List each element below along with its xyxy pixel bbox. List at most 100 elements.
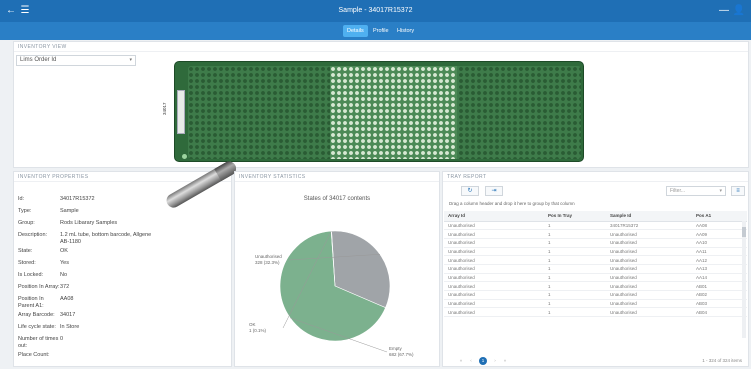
tab-history[interactable]: History <box>393 25 418 37</box>
table-cell: Unauthorised <box>444 281 544 291</box>
tray-visual[interactable]: 34017 <box>162 61 584 162</box>
property-key: Description: <box>18 232 48 238</box>
table-row[interactable]: Unauthorised 1 34017R15372 AA08 <box>444 221 747 231</box>
table-cell: Unauthorised <box>606 247 692 257</box>
page-number-current[interactable]: 1 <box>479 357 487 365</box>
table-row[interactable]: Unauthorised 1 Unauthorised AA14 <box>444 273 747 283</box>
states-pie-chart: Unauthorised328 (32.3%) Empty682 (67.7%) O… <box>249 230 414 357</box>
inventory-properties-panel: INVENTORY PROPERTIES Id: 34017R15372 Type:… <box>13 159 239 367</box>
property-row: Number of times out: 0 <box>18 336 158 350</box>
table-cell: 1 <box>544 238 606 248</box>
table-cell: Unauthorised <box>444 255 544 265</box>
table-cell: AB03 <box>692 299 747 309</box>
table-cell: 1 <box>544 290 606 300</box>
back-arrow-icon[interactable]: ← <box>4 4 18 18</box>
property-value: Sample <box>60 208 79 214</box>
table-row[interactable]: Unauthorised 1 Unauthorised AB03 <box>444 299 747 309</box>
table-scrollbar[interactable] <box>742 221 746 338</box>
table-cell: Unauthorised <box>444 247 544 257</box>
table-cell: AB01 <box>692 281 747 291</box>
minimize-icon[interactable]: — <box>717 4 731 18</box>
property-value: Rods Libarary Samples <box>60 220 118 226</box>
menu-icon[interactable]: ☰ <box>18 4 32 18</box>
pager-summary: 1 - 324 of 324 items <box>702 358 742 363</box>
property-row: Description: 1.2 mL tube, bottom barcode,… <box>18 232 158 246</box>
property-key: Array Barcode: <box>18 312 55 318</box>
table-cell: Unauthorised <box>606 255 692 265</box>
lims-order-select[interactable]: Lims Order Id ▾ <box>16 55 136 66</box>
table-row[interactable]: Unauthorised 1 Unauthorised AA10 <box>444 238 747 248</box>
table-pager: « ‹ 1 › » 1 - 324 of 324 items <box>443 356 748 366</box>
refresh-icon[interactable]: ↻ <box>461 186 479 196</box>
table-cell: AA08 <box>692 221 747 231</box>
table-row[interactable]: Unauthorised 1 Unauthorised AA11 <box>444 247 747 257</box>
table-row[interactable]: Unauthorised 1 Unauthorised AB02 <box>444 290 747 300</box>
top-bar: Sample - 34017R15372 ← ☰ — 👤 <box>0 0 751 22</box>
property-value: In Store <box>60 324 80 330</box>
property-row: Is Locked: No <box>18 272 158 282</box>
inventory-statistics-header: INVENTORY STATISTICS <box>235 172 439 182</box>
property-value: 34017 <box>60 312 76 318</box>
pie-data-label: 682 (67.7%) <box>389 352 414 357</box>
prev-page-icon[interactable]: ‹ <box>467 357 475 365</box>
tray-barcode-text: 34017 <box>162 102 167 115</box>
first-page-icon[interactable]: « <box>457 357 465 365</box>
pie-data-label: Unauthorised <box>255 254 282 259</box>
next-page-icon[interactable]: › <box>491 357 499 365</box>
table-cell: 1 <box>544 299 606 309</box>
tab-profile[interactable]: Profile <box>369 25 393 37</box>
table-cell: Unauthorised <box>444 221 544 231</box>
property-key: Id: <box>18 196 25 202</box>
chevron-down-icon: ▾ <box>719 188 722 194</box>
table-cell: Unauthorised <box>606 299 692 309</box>
table-cell: Unauthorised <box>444 264 544 274</box>
property-key: State: <box>18 248 33 254</box>
property-row: Place Count: <box>18 352 158 362</box>
group-drop-zone[interactable]: Drag a column header and drop it here to… <box>449 201 575 206</box>
table-row[interactable]: Unauthorised 1 Unauthorised AB04 <box>444 307 747 318</box>
column-menu-icon[interactable]: ≡ <box>731 186 745 196</box>
property-key: Group: <box>18 220 35 226</box>
column-header-array-id[interactable]: Array Id <box>444 211 544 222</box>
table-row[interactable]: Unauthorised 1 Unauthorised AA09 <box>444 229 747 239</box>
report-toolbar: ↻ ⇥ Filter... ▾ ≡ <box>443 183 748 198</box>
property-key: Stored: <box>18 260 36 266</box>
last-page-icon[interactable]: » <box>501 357 509 365</box>
column-header-sample-id[interactable]: Sample Id <box>606 211 692 222</box>
scrollbar-thumb[interactable] <box>742 227 746 237</box>
table-cell: Unauthorised <box>606 281 692 291</box>
table-cell: Unauthorised <box>606 238 692 248</box>
tab-details[interactable]: Details <box>343 25 368 37</box>
lims-order-value: Lims Order Id <box>20 57 57 63</box>
chevron-down-icon: ▾ <box>129 57 132 63</box>
tab-strip: Details Profile History <box>0 22 751 40</box>
property-key: Life cycle state: <box>18 324 56 330</box>
table-cell: 1 <box>544 255 606 265</box>
table-cell: Unauthorised <box>444 229 544 239</box>
column-header-pos-in-tray[interactable]: Pos In Tray <box>544 211 606 222</box>
property-row: Stored: Yes <box>18 260 158 270</box>
property-key: Position In Array: <box>18 284 60 290</box>
inventory-statistics-panel: INVENTORY STATISTICS States of 34017 con… <box>234 171 440 367</box>
table-cell: AA10 <box>692 238 747 248</box>
inventory-view-header: INVENTORY VIEW <box>14 42 748 52</box>
table-cell: AA09 <box>692 229 747 239</box>
filter-input[interactable]: Filter... ▾ <box>666 186 726 196</box>
table-row[interactable]: Unauthorised 1 Unauthorised AA13 <box>444 264 747 274</box>
property-row: Type: Sample <box>18 208 158 218</box>
export-icon[interactable]: ⇥ <box>485 186 503 196</box>
tray-selected-region[interactable] <box>330 66 457 159</box>
table-cell: Unauthorised <box>444 307 544 318</box>
properties-table: Id: 34017R15372 Type: Sample Group: Rods Liba… <box>18 196 158 364</box>
table-cell: Unauthorised <box>606 307 692 318</box>
table-row[interactable]: Unauthorised 1 Unauthorised AA12 <box>444 255 747 265</box>
table-cell: Unauthorised <box>444 290 544 300</box>
property-value: AA08 <box>60 296 74 302</box>
property-row: State: OK <box>18 248 158 258</box>
table-cell: 1 <box>544 221 606 231</box>
property-row: Position In Array: 372 <box>18 284 158 294</box>
property-row: Life cycle state: In Store <box>18 324 158 334</box>
user-icon[interactable]: 👤 <box>732 4 746 18</box>
column-header-pos-a1[interactable]: Pos A1 <box>692 211 747 222</box>
table-row[interactable]: Unauthorised 1 Unauthorised AB01 <box>444 281 747 291</box>
